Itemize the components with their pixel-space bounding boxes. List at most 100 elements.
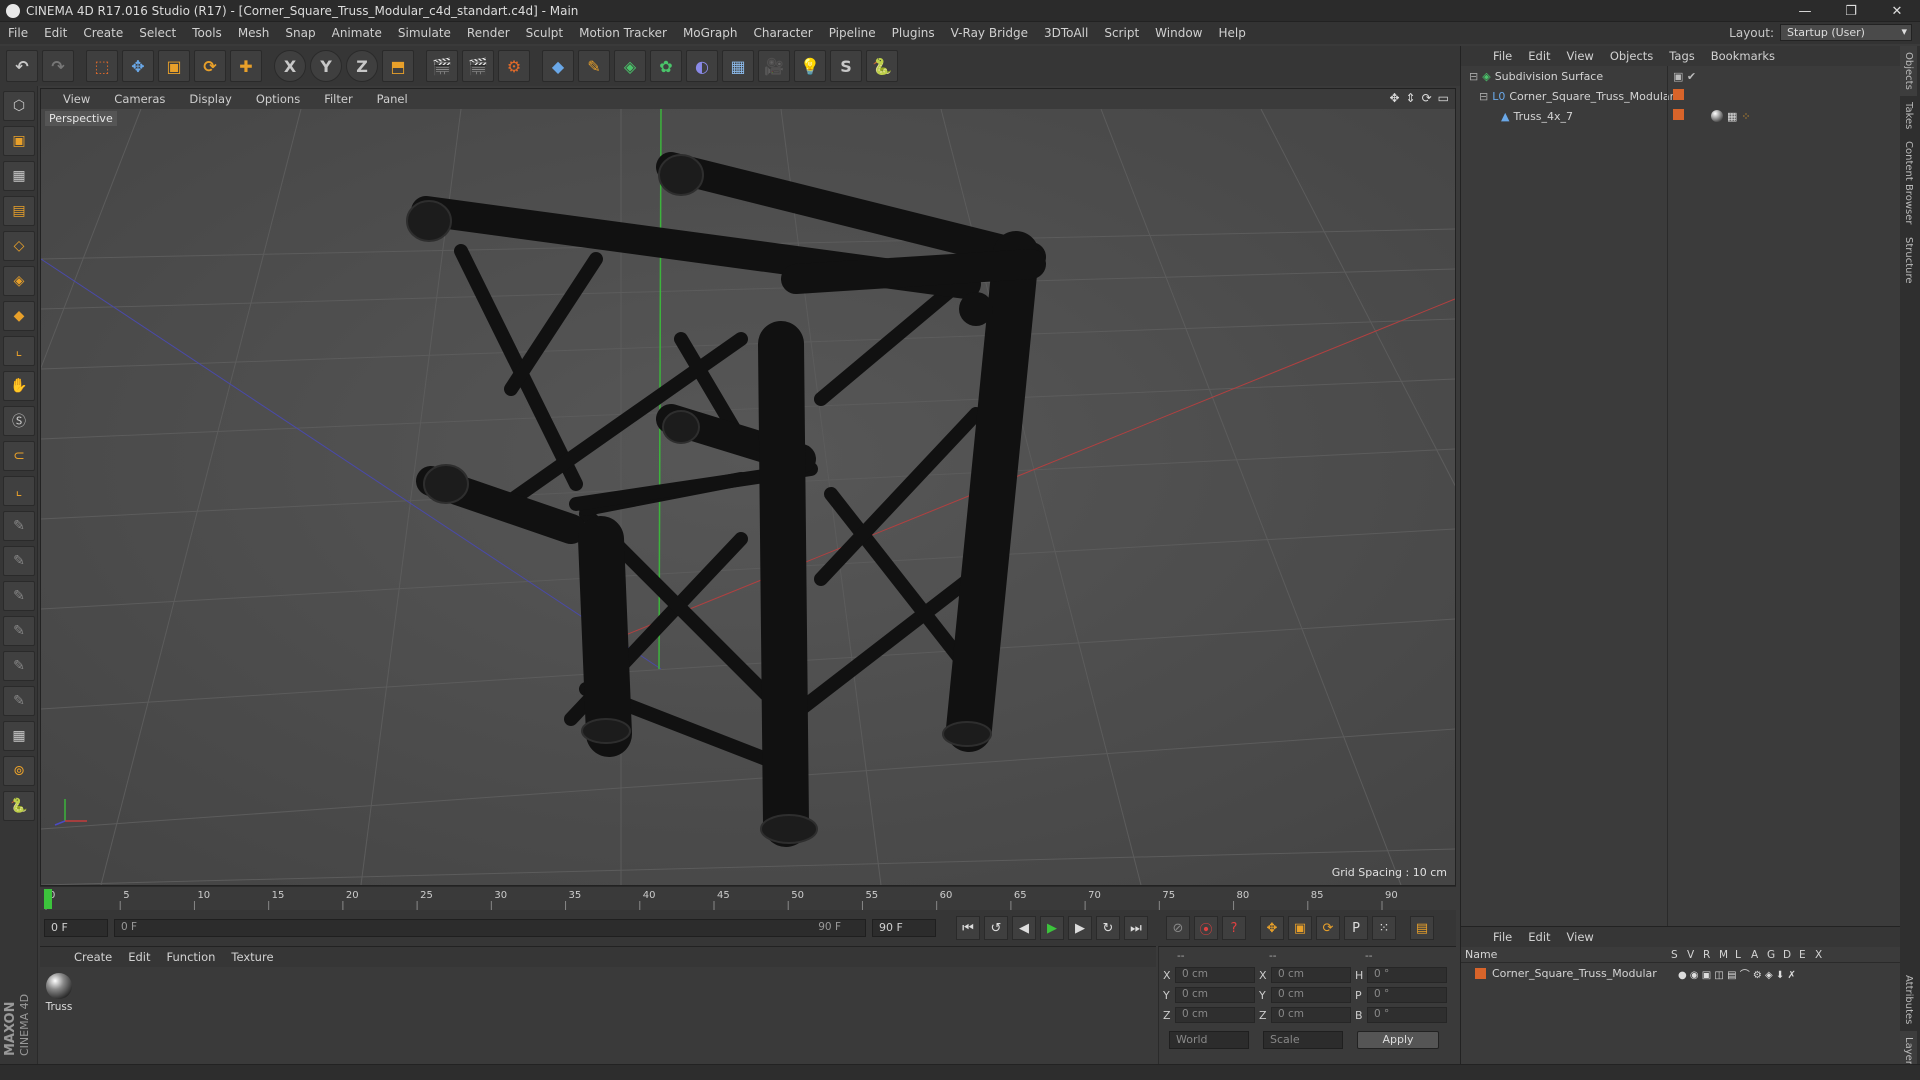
side-tab-attributes[interactable]: Attributes [1900, 969, 1917, 1030]
viewport-menu-cameras[interactable]: Cameras [100, 92, 175, 106]
edges-mode-icon[interactable]: ◈ [3, 266, 35, 296]
axis-y-lock-button[interactable]: Y [310, 50, 342, 82]
layer-col-v[interactable]: V [1687, 949, 1697, 961]
layer-col-d[interactable]: D [1783, 949, 1793, 961]
zoom-view-icon[interactable]: ⇕ [1406, 91, 1416, 105]
menu-3dtoall[interactable]: 3DToAll [1036, 26, 1096, 40]
key-parameter-button[interactable]: P [1344, 916, 1368, 940]
render-settings-button[interactable]: ⚙ [498, 50, 530, 82]
next-key-button[interactable]: ↻ [1096, 916, 1120, 940]
brush-tool-3-icon[interactable]: ✎ [3, 581, 35, 611]
object-menu-objects[interactable]: Objects [1602, 49, 1661, 63]
menu-script[interactable]: Script [1096, 26, 1147, 40]
scale-tool[interactable]: ▣ [158, 50, 190, 82]
undo-button[interactable]: ↶ [6, 50, 38, 82]
layer-col-m[interactable]: M [1719, 949, 1729, 961]
coord-pos-field[interactable]: 0 cm [1175, 967, 1255, 983]
python-button[interactable]: 🐍 [866, 50, 898, 82]
material-menu-edit[interactable]: Edit [120, 950, 158, 964]
snap-icon[interactable]: Ⓢ [3, 406, 35, 436]
transform-tool[interactable]: ✚ [230, 50, 262, 82]
layer-col-r[interactable]: R [1703, 949, 1713, 961]
toggle-view-icon[interactable]: ▭ [1438, 91, 1449, 105]
layer-color-swatch[interactable] [1673, 109, 1684, 123]
viewport-menu-filter[interactable]: Filter [310, 92, 362, 106]
render-view-button[interactable]: 🎬 [426, 50, 458, 82]
key-rotation-button[interactable]: ⟳ [1316, 916, 1340, 940]
object-row-corner-truss[interactable]: ⊟ L0 Corner_Square_Truss_Modular [1461, 86, 1900, 106]
apply-button[interactable]: Apply [1357, 1031, 1439, 1049]
collapse-icon[interactable]: ⊟ [1469, 70, 1478, 83]
checker-lock-icon[interactable]: ▦ [3, 721, 35, 751]
menu-mesh[interactable]: Mesh [230, 26, 278, 40]
menu-character[interactable]: Character [745, 26, 820, 40]
material-menu-create[interactable]: Create [66, 950, 120, 964]
subdivision-surface-button[interactable]: ◈ [614, 50, 646, 82]
rotate-view-icon[interactable]: ⟳ [1422, 91, 1432, 105]
viewport-menu-options[interactable]: Options [242, 92, 310, 106]
play-button[interactable]: ▶ [1040, 916, 1064, 940]
axis-z-lock-button[interactable]: Z [346, 50, 378, 82]
camera-label[interactable]: Perspective [45, 111, 117, 126]
workplane-mode-icon[interactable]: ▤ [3, 196, 35, 226]
coordinate-system-button[interactable]: ⬒ [382, 50, 414, 82]
make-editable-icon[interactable]: ⬡ [3, 91, 35, 121]
sketch-toon-button[interactable]: S [830, 50, 862, 82]
coord-rot-field[interactable]: 0 ° [1367, 967, 1447, 983]
size-mode-dropdown[interactable]: Scale [1263, 1031, 1343, 1049]
layer-col-s[interactable]: S [1671, 949, 1681, 961]
texture-tag-icon[interactable]: ▦ [1727, 110, 1737, 123]
timeline-ruler[interactable]: 051015202530354045505560657075808590 0 F [40, 886, 1456, 935]
object-menu-bookmarks[interactable]: Bookmarks [1703, 49, 1783, 63]
range-slider[interactable]: 0 F 90 F [114, 919, 866, 937]
axis-mode-icon[interactable]: ⌞ [3, 336, 35, 366]
side-tab-objects[interactable]: Objects [1900, 46, 1917, 96]
playhead[interactable] [44, 889, 52, 909]
maximize-button[interactable]: ❐ [1828, 0, 1874, 22]
floor-button[interactable]: ▦ [722, 50, 754, 82]
coord-size-field[interactable]: 0 cm [1271, 967, 1351, 983]
side-tab-takes[interactable]: Takes [1900, 96, 1917, 135]
material-menu-texture[interactable]: Texture [223, 950, 281, 964]
keyframe-selection-button[interactable]: ? [1222, 916, 1246, 940]
viewport-menu-panel[interactable]: Panel [363, 92, 418, 106]
viewport-menu-display[interactable]: Display [175, 92, 241, 106]
points-mode-icon[interactable]: ◇ [3, 231, 35, 261]
coord-pos-field[interactable]: 0 cm [1175, 1007, 1255, 1023]
texture-mode-icon[interactable]: ▦ [3, 161, 35, 191]
menu-edit[interactable]: Edit [36, 26, 75, 40]
coord-pos-field[interactable]: 0 cm [1175, 987, 1255, 1003]
menu-tools[interactable]: Tools [184, 26, 230, 40]
viewport-canvas[interactable]: Perspective Grid Spacing : 10 cm [41, 109, 1455, 885]
start-frame-field[interactable]: 0 F [44, 919, 108, 937]
menu-create[interactable]: Create [75, 26, 131, 40]
polygons-mode-icon[interactable]: ◆ [3, 301, 35, 331]
material-tag-icon[interactable] [1711, 109, 1723, 122]
paint-icon[interactable]: ⊚ [3, 756, 35, 786]
object-menu-tags[interactable]: Tags [1661, 49, 1702, 63]
object-row-subdivision[interactable]: ⊟ ◈ Subdivision Surface ▣ ✔ [1461, 66, 1900, 86]
magnet-icon[interactable]: ⊂ [3, 441, 35, 471]
timeline-window-button[interactable]: ▤ [1410, 916, 1434, 940]
menu-animate[interactable]: Animate [324, 26, 390, 40]
workplane-icon[interactable]: ⌞ [3, 476, 35, 506]
menu-select[interactable]: Select [131, 26, 184, 40]
autokey-button[interactable]: ⦿ [1194, 916, 1218, 940]
layer-menu-file[interactable]: File [1485, 930, 1520, 944]
object-menu-edit[interactable]: Edit [1520, 49, 1558, 63]
coord-rot-field[interactable]: 0 ° [1367, 1007, 1447, 1023]
redo-button[interactable]: ↷ [42, 50, 74, 82]
menu-pipeline[interactable]: Pipeline [821, 26, 884, 40]
object-menu-view[interactable]: View [1559, 49, 1602, 63]
layer-col-l[interactable]: L [1735, 949, 1745, 961]
side-tab-content-browser[interactable]: Content Browser [1900, 135, 1917, 230]
layer-menu-edit[interactable]: Edit [1520, 930, 1558, 944]
menu-snap[interactable]: Snap [277, 26, 323, 40]
go-to-start-button[interactable]: ⏮ [956, 916, 980, 940]
prev-frame-button[interactable]: ◀ [1012, 916, 1036, 940]
brush-tool-1-icon[interactable]: ✎ [3, 511, 35, 541]
brush-tool-4-icon[interactable]: ✎ [3, 616, 35, 646]
move-tool[interactable]: ✥ [122, 50, 154, 82]
menu-simulate[interactable]: Simulate [390, 26, 459, 40]
brush-tool-5-icon[interactable]: ✎ [3, 651, 35, 681]
